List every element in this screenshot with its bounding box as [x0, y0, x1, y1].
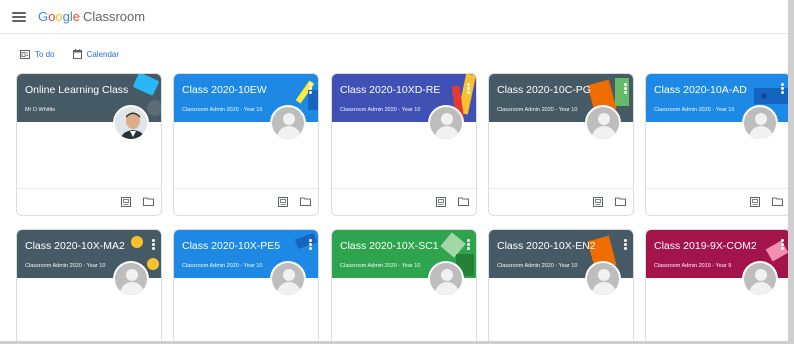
class-card[interactable]: Class 2020-10A-AD Classroom Admin 2020 -… [645, 73, 791, 216]
card-footer [17, 188, 161, 215]
class-options-icon[interactable] [624, 239, 627, 250]
class-card[interactable]: Class 2020-10X-MA2 Classroom Admin 2020 … [16, 229, 162, 344]
folder-icon[interactable] [772, 197, 783, 206]
top-app-bar: Google Classroom [0, 0, 788, 34]
class-teacher: Classroom Admin 2020 - Year 10 [182, 263, 263, 269]
class-teacher: Classroom Admin 2020 - Year 10 [25, 263, 106, 269]
class-teacher: Mr D Whittle [25, 107, 56, 113]
class-card[interactable]: Class 2020-10X-SC1 Classroom Admin 2020 … [331, 229, 477, 344]
todo-label: To do [35, 49, 55, 59]
class-options-icon[interactable] [467, 239, 470, 250]
teacher-avatar-placeholder [270, 261, 306, 297]
your-work-icon[interactable] [750, 197, 760, 207]
class-name: Class 2020-10X-PE5 [182, 240, 281, 252]
folder-icon[interactable] [615, 197, 626, 206]
teacher-avatar-placeholder [585, 261, 621, 297]
class-card[interactable]: Class 2020-10EW Classroom Admin 2020 - Y… [173, 73, 319, 216]
class-teacher: Classroom Admin 2020 - Year 10 [340, 263, 421, 269]
class-card[interactable]: Class 2020-10X-EN2 Classroom Admin 2020 … [488, 229, 634, 344]
your-work-icon[interactable] [121, 197, 131, 207]
toolbar: To do Calendar [20, 46, 137, 62]
folder-icon[interactable] [458, 197, 469, 206]
card-footer [332, 188, 476, 215]
class-teacher: Classroom Admin 2020 - Year 10 [497, 107, 578, 113]
todo-link[interactable]: To do [20, 49, 55, 59]
card-footer [646, 188, 790, 215]
class-name: Class 2020-10XD-RE [340, 84, 441, 96]
class-card[interactable]: Class 2019-9X-COM2 Classroom Admin 2019 … [645, 229, 791, 344]
your-work-icon[interactable] [593, 197, 603, 207]
class-name: Class 2020-10C-PG [497, 84, 591, 96]
class-options-icon[interactable] [781, 239, 784, 250]
class-teacher: Classroom Admin 2020 - Year 10 [182, 107, 263, 113]
class-card[interactable]: Class 2020-10X-PE5 Classroom Admin 2020 … [173, 229, 319, 344]
google-classroom-logo[interactable]: Google Classroom [38, 9, 145, 24]
calendar-link[interactable]: Calendar [72, 49, 120, 59]
class-name: Online Learning Class [25, 84, 129, 96]
class-options-icon[interactable] [781, 83, 784, 94]
teacher-avatar-placeholder [113, 261, 149, 297]
class-card[interactable]: Class 2020-10XD-RE Classroom Admin 2020 … [331, 73, 477, 216]
class-teacher: Classroom Admin 2020 - Year 10 [340, 107, 421, 113]
class-options-icon[interactable] [152, 239, 155, 250]
teacher-avatar-placeholder [585, 105, 621, 141]
your-work-icon[interactable] [278, 197, 288, 207]
class-options-icon[interactable] [467, 83, 470, 94]
logo-google-text: Google [38, 9, 80, 24]
class-name: Class 2020-10X-MA2 [25, 240, 125, 252]
main-menu-icon[interactable] [12, 11, 26, 22]
class-teacher: Classroom Admin 2020 - Year 10 [654, 107, 735, 113]
class-name: Class 2020-10X-EN2 [497, 240, 596, 252]
window-edge [788, 0, 794, 344]
class-name: Class 2020-10A-AD [654, 84, 747, 96]
calendar-icon [72, 49, 82, 59]
class-card[interactable]: Online Learning Class Mr D Whittle [16, 73, 162, 216]
class-name: Class 2019-9X-COM2 [654, 240, 757, 252]
class-options-icon[interactable] [309, 83, 312, 94]
class-card[interactable]: Class 2020-10C-PG Classroom Admin 2020 -… [488, 73, 634, 216]
class-teacher: Classroom Admin 2020 - Year 10 [497, 263, 578, 269]
card-footer [174, 188, 318, 215]
class-options-icon[interactable] [309, 239, 312, 250]
todo-icon [20, 49, 30, 59]
class-name: Class 2020-10X-SC1 [340, 240, 439, 252]
card-footer [489, 188, 633, 215]
teacher-avatar-placeholder [742, 261, 778, 297]
classroom-home: Google Classroom To do Calendar Online L… [0, 0, 794, 344]
teacher-photo-avatar [113, 105, 149, 141]
folder-icon[interactable] [143, 197, 154, 206]
teacher-avatar-placeholder [742, 105, 778, 141]
class-name: Class 2020-10EW [182, 84, 267, 96]
folder-icon[interactable] [300, 197, 311, 206]
teacher-avatar-placeholder [428, 261, 464, 297]
teacher-avatar-placeholder [270, 105, 306, 141]
your-work-icon[interactable] [436, 197, 446, 207]
class-options-icon[interactable] [624, 83, 627, 94]
logo-product-text: Classroom [82, 9, 146, 24]
class-teacher: Classroom Admin 2019 - Year 9 [654, 263, 732, 269]
teacher-avatar-placeholder [428, 105, 464, 141]
calendar-label: Calendar [86, 49, 120, 59]
